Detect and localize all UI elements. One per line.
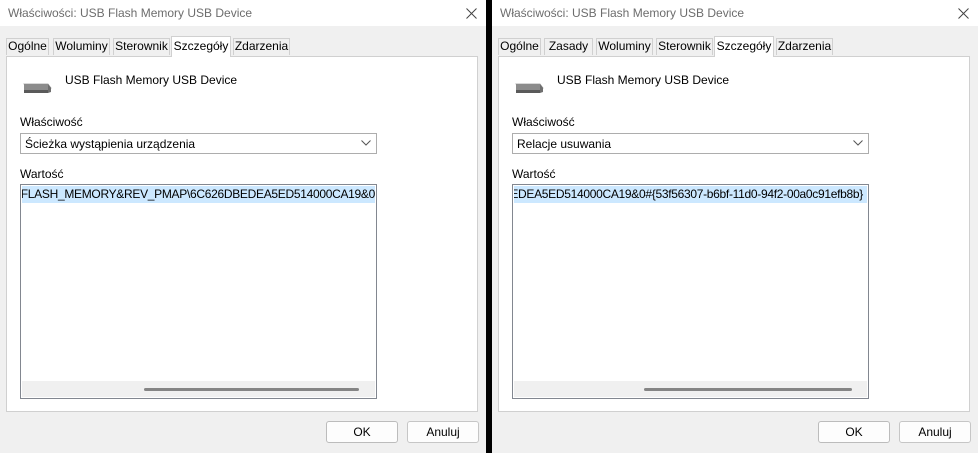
tab-label: Woluminy: [598, 39, 651, 53]
chevron-down-icon: [361, 140, 371, 146]
tab-general[interactable]: Ogólne: [498, 38, 541, 55]
usb-drive-icon: [23, 83, 52, 93]
details-panel: USB Flash Memory USB Device Właściwość R…: [498, 56, 970, 412]
property-selected-value: Relacje usuwania: [517, 137, 612, 151]
scrollbar-thumb[interactable]: [644, 388, 852, 391]
properties-window-right: Właściwości: USB Flash Memory USB Device…: [492, 0, 978, 453]
window-title: Właściwości: USB Flash Memory USB Device: [8, 6, 253, 20]
tab-label: Szczegóły: [716, 39, 772, 53]
close-icon: [465, 7, 477, 19]
property-label: Właściwość: [20, 115, 83, 129]
properties-window-left: Właściwości: USB Flash Memory USB Device…: [0, 0, 486, 453]
property-dropdown[interactable]: Relacje usuwania: [512, 133, 869, 154]
property-selected-value: Ścieżka wystąpienia urządzenia: [25, 137, 196, 151]
tab-volumes[interactable]: Woluminy: [53, 38, 110, 55]
device-name: USB Flash Memory USB Device: [557, 73, 730, 87]
tab-volumes[interactable]: Woluminy: [596, 38, 653, 55]
chevron-down-icon: [853, 140, 863, 146]
close-button[interactable]: [456, 0, 486, 26]
tab-label: Ogólne: [8, 39, 47, 53]
tab-label: Zdarzenia: [234, 39, 289, 53]
ok-button[interactable]: OK: [326, 421, 398, 443]
close-button[interactable]: [948, 0, 978, 26]
tab-events[interactable]: Zdarzenia: [233, 38, 290, 55]
tab-details[interactable]: Szczegóły: [714, 36, 774, 57]
close-icon: [957, 7, 969, 19]
tab-label: Szczegóły: [173, 39, 229, 53]
tab-label: Zasady: [548, 39, 589, 53]
horizontal-scrollbar[interactable]: [514, 381, 867, 397]
tab-driver[interactable]: Sterownik: [656, 38, 713, 55]
tab-general[interactable]: Ogólne: [6, 38, 49, 55]
device-name: USB Flash Memory USB Device: [65, 73, 238, 87]
title-bar[interactable]: Właściwości: USB Flash Memory USB Device: [492, 0, 978, 26]
usb-drive-icon: [515, 83, 544, 93]
cancel-button[interactable]: Anuluj: [899, 421, 971, 443]
list-item[interactable]: USBSTOR\DISK&VEN_USB&PROD_FLASH_MEMORY&R…: [22, 186, 375, 203]
value-list[interactable]: 6C626DBEDEA5ED514000CA19&0#{53f56307-b6b…: [512, 184, 869, 399]
ok-button[interactable]: OK: [818, 421, 890, 443]
value-text: USBSTOR\DISK&VEN_USB&PROD_FLASH_MEMORY&R…: [22, 187, 375, 201]
tab-strip: Ogólne Woluminy Sterownik Szczegóły Zdar…: [6, 36, 478, 57]
cancel-button[interactable]: Anuluj: [407, 421, 479, 443]
tab-events[interactable]: Zdarzenia: [776, 38, 833, 55]
tab-label: Zdarzenia: [777, 39, 832, 53]
tab-label: Sterownik: [115, 39, 168, 53]
horizontal-scrollbar[interactable]: [22, 381, 375, 397]
value-label: Wartość: [20, 167, 64, 181]
list-item[interactable]: 6C626DBEDEA5ED514000CA19&0#{53f56307-b6b…: [514, 186, 867, 203]
tab-details[interactable]: Szczegóły: [171, 36, 231, 57]
window-title: Właściwości: USB Flash Memory USB Device: [500, 6, 745, 20]
value-text: 6C626DBEDEA5ED514000CA19&0#{53f56307-b6b…: [514, 187, 863, 201]
tab-policies[interactable]: Zasady: [544, 38, 593, 55]
property-label: Właściwość: [512, 115, 575, 129]
details-panel: USB Flash Memory USB Device Właściwość Ś…: [6, 56, 478, 412]
property-dropdown[interactable]: Ścieżka wystąpienia urządzenia: [20, 133, 377, 154]
tab-driver[interactable]: Sterownik: [113, 38, 170, 55]
tab-label: Ogólne: [500, 39, 539, 53]
scrollbar-thumb[interactable]: [144, 388, 359, 391]
tab-label: Sterownik: [658, 39, 711, 53]
title-bar[interactable]: Właściwości: USB Flash Memory USB Device: [0, 0, 486, 26]
value-list[interactable]: USBSTOR\DISK&VEN_USB&PROD_FLASH_MEMORY&R…: [20, 184, 377, 399]
tab-label: Woluminy: [55, 39, 108, 53]
tab-strip: Ogólne Zasady Woluminy Sterownik Szczegó…: [498, 36, 970, 57]
value-label: Wartość: [512, 167, 556, 181]
